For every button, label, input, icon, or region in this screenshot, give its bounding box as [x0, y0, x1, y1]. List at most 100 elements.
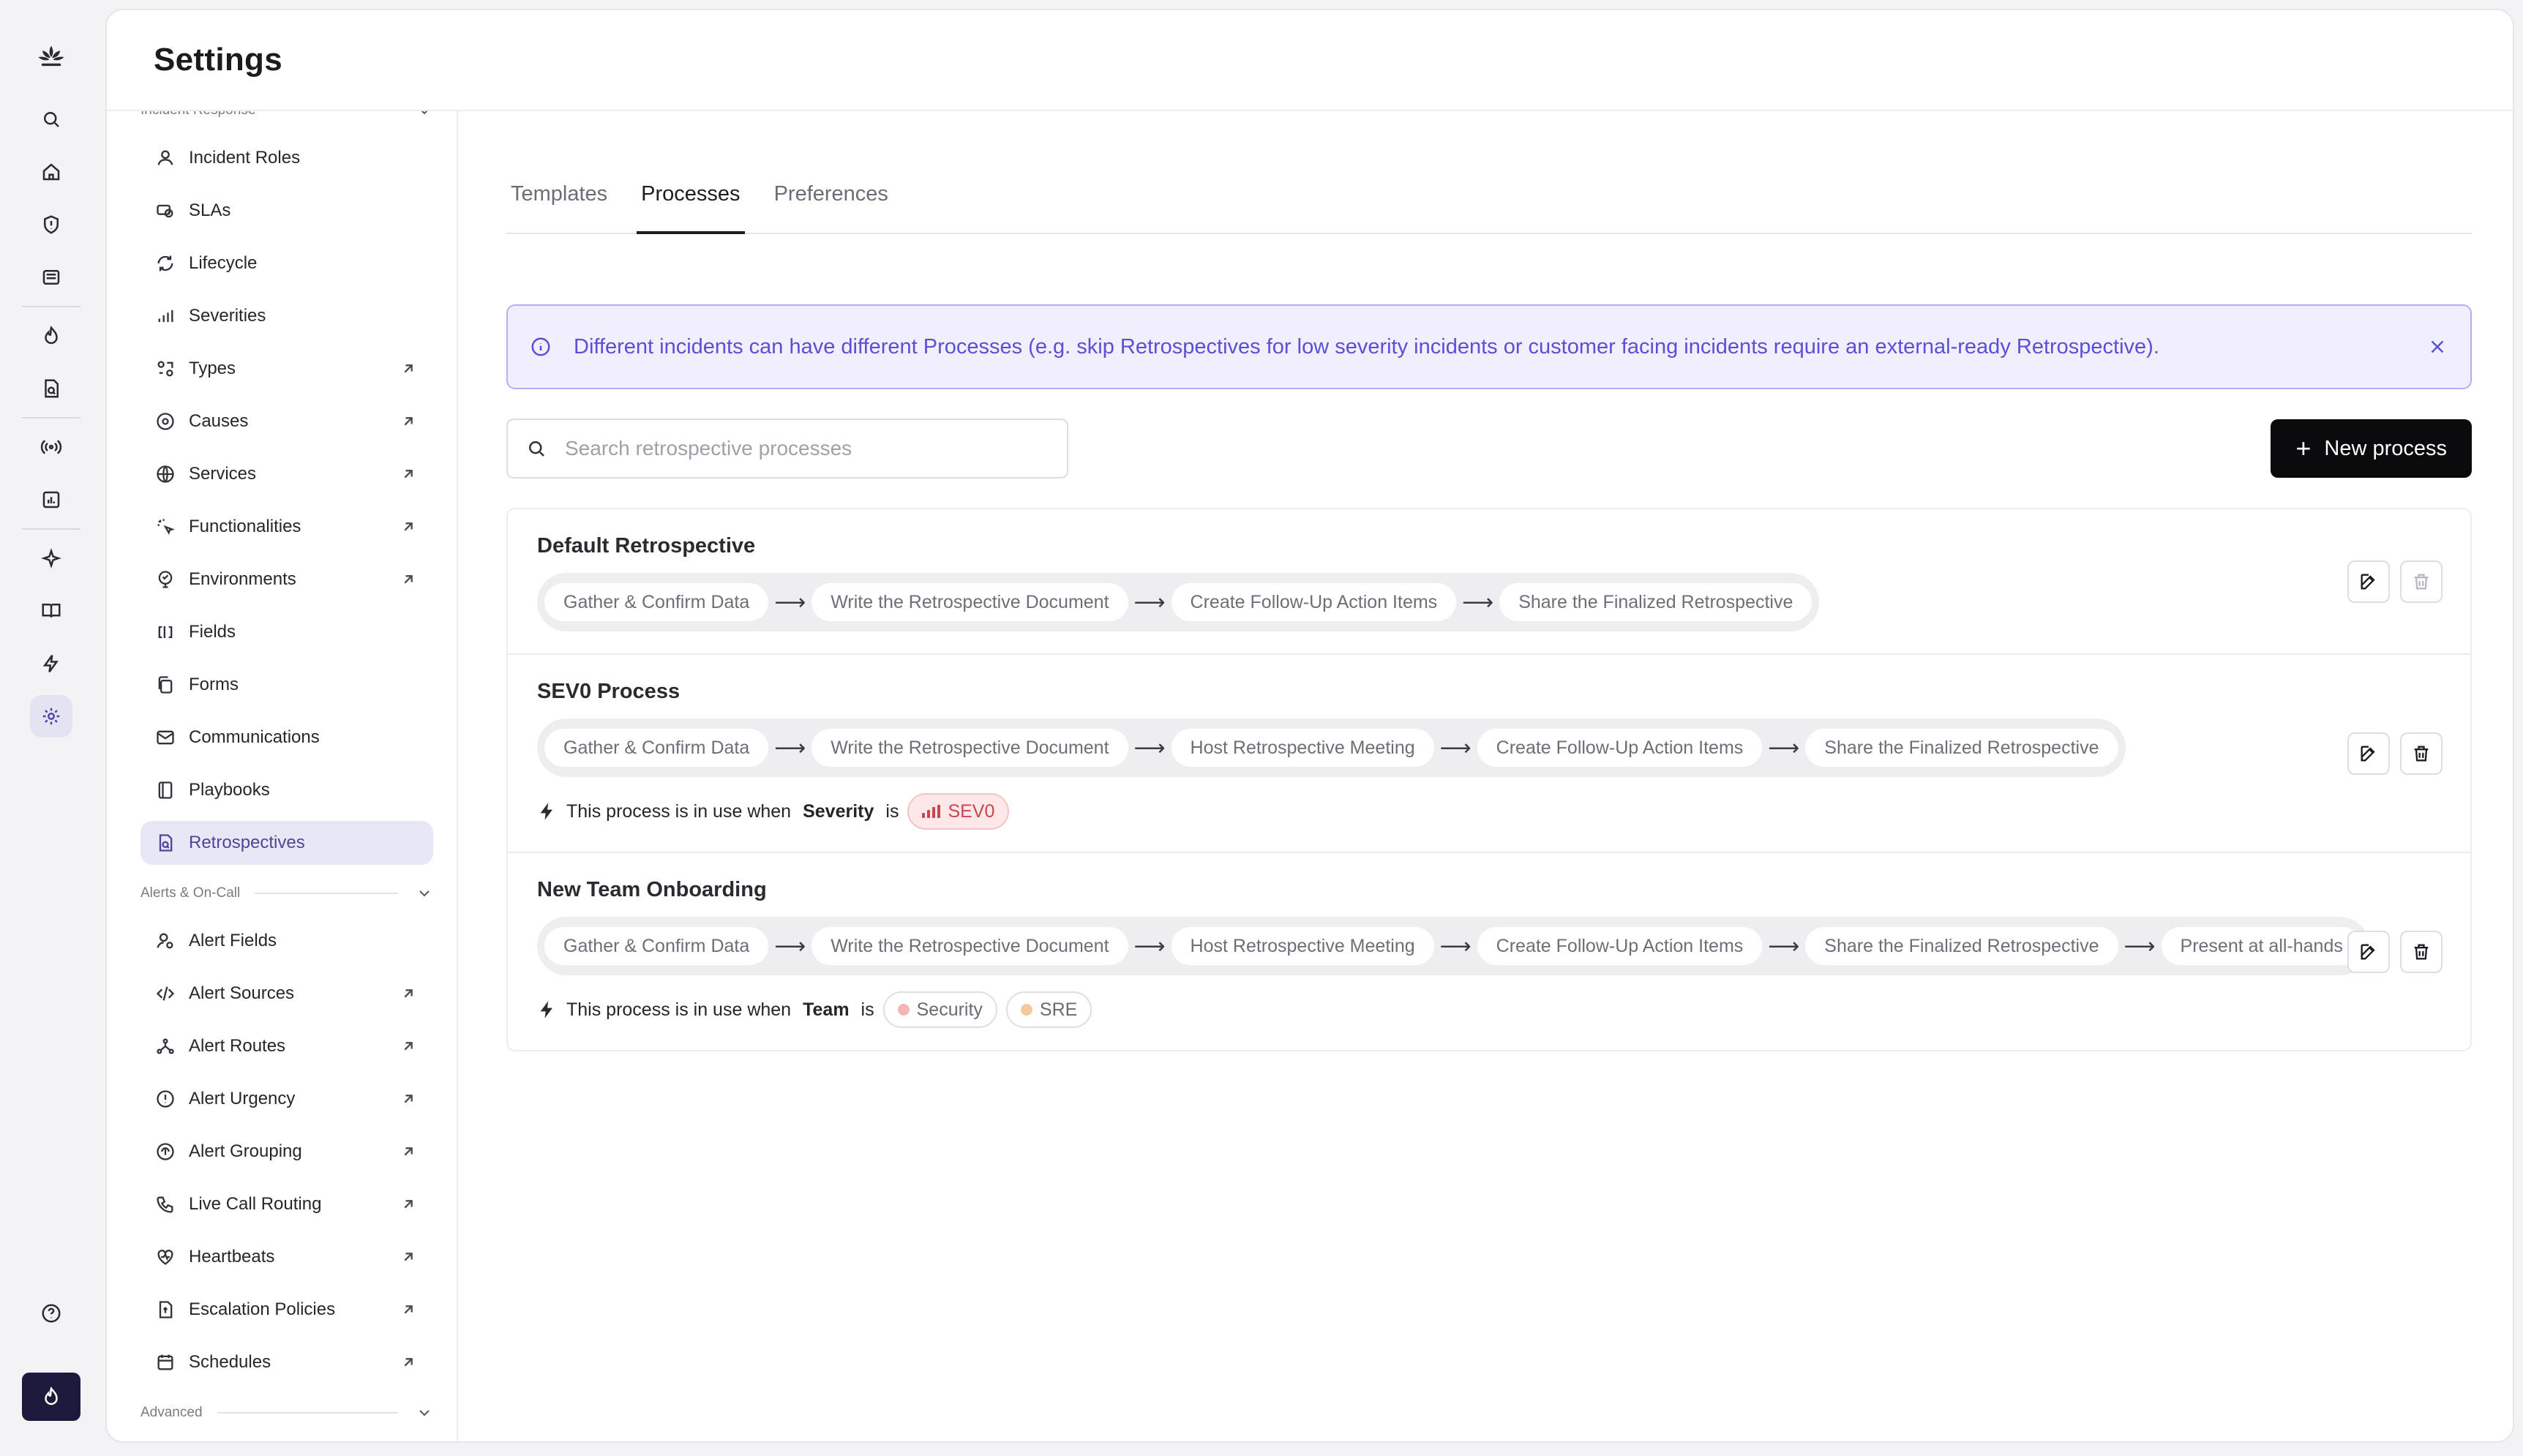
- user-icon: [157, 150, 173, 165]
- group-label: Incident Response: [140, 111, 255, 119]
- banner-text: Different incidents can have different P…: [574, 334, 2159, 359]
- arrow-right-icon: ⟶: [1439, 735, 1472, 760]
- page-title: Settings: [154, 42, 282, 78]
- sidebar-item-alert-fields[interactable]: Alert Fields: [140, 919, 433, 963]
- trash-icon: [2414, 746, 2429, 761]
- arrow-right-icon: ⟶: [1133, 934, 1166, 958]
- process-actions: [2347, 732, 2443, 775]
- process-actions: [2347, 930, 2443, 973]
- arrow-right-icon: ⟶: [774, 735, 806, 760]
- rail-flame-icon[interactable]: [30, 315, 72, 357]
- sla-icon: [157, 204, 173, 218]
- edit-pencil-icon: [2361, 746, 2375, 761]
- rail-analytics-icon[interactable]: [30, 479, 72, 521]
- process-step: Write the Retrospective Document: [811, 729, 1128, 767]
- chevron-down-icon: [419, 890, 430, 897]
- process-step: Present at all-hands: [2161, 927, 2362, 965]
- group-divider: [217, 1412, 398, 1414]
- sidebar-item-retrospectives[interactable]: Retrospectives: [140, 821, 433, 865]
- sidebar-item-incident-roles[interactable]: Incident Roles: [140, 136, 433, 180]
- process-row[interactable]: New Team Onboarding Gather & Confirm Data…: [508, 853, 2470, 1050]
- info-banner: Different incidents can have different P…: [506, 304, 2472, 389]
- edit-button[interactable]: [2347, 930, 2390, 973]
- new-process-button[interactable]: + New process: [2271, 419, 2472, 478]
- process-step: Gather & Confirm Data: [544, 729, 769, 767]
- sidebar-item-communications[interactable]: Communications: [140, 716, 433, 759]
- sidebar-item-fields[interactable]: Fields: [140, 610, 433, 654]
- tab-processes[interactable]: Processes: [637, 182, 745, 234]
- external-link-icon: [404, 1253, 413, 1261]
- edit-button[interactable]: [2347, 732, 2390, 775]
- tab-bar: Templates Processes Preferences: [506, 111, 2472, 234]
- group-label: Advanced: [140, 1405, 203, 1420]
- info-icon: [531, 337, 550, 356]
- sidebar-item-label: Services: [189, 464, 257, 484]
- bolt-icon: [540, 1001, 552, 1018]
- sidebar-item-slas[interactable]: SLAs: [140, 189, 433, 233]
- delete-button[interactable]: [2400, 930, 2443, 973]
- rail-help-icon[interactable]: [30, 1292, 72, 1335]
- lotus-logo-icon[interactable]: [31, 37, 72, 78]
- grouping-icon: [157, 1143, 174, 1160]
- sidebar-item-escalation-policies[interactable]: Escalation Policies: [140, 1288, 433, 1332]
- sidebar-item-playbooks[interactable]: Playbooks: [140, 768, 433, 812]
- route-icon: [157, 1038, 174, 1054]
- group-advanced[interactable]: Advanced: [140, 1393, 433, 1433]
- process-row[interactable]: Default Retrospective Gather & Confirm Da…: [508, 509, 2470, 655]
- rail-shield-icon[interactable]: [30, 203, 72, 246]
- sidebar-item-alert-grouping[interactable]: Alert Grouping: [140, 1130, 433, 1174]
- search-box: [506, 419, 1068, 479]
- rail-search-icon[interactable]: [30, 98, 72, 140]
- sidebar-item-heartbeats[interactable]: Heartbeats: [140, 1235, 433, 1279]
- rail-inbox-icon[interactable]: [30, 256, 72, 299]
- retro-doc-icon: [159, 834, 173, 852]
- sidebar-item-live-call-routing[interactable]: Live Call Routing: [140, 1182, 433, 1226]
- group-incident-response[interactable]: Incident Response: [140, 111, 433, 120]
- sidebar-item-alert-sources[interactable]: Alert Sources: [140, 972, 433, 1016]
- process-step-flow: Gather & Confirm Data ⟶ Write the Retrospe…: [537, 917, 2369, 975]
- sidebar-item-label: Functionalities: [189, 517, 301, 536]
- close-icon[interactable]: [2426, 336, 2448, 358]
- delete-button[interactable]: [2400, 732, 2443, 775]
- search-input[interactable]: [565, 437, 1049, 460]
- rail-incident-flame-button[interactable]: [22, 1373, 80, 1421]
- external-link-icon: [404, 470, 413, 479]
- sidebar-item-severities[interactable]: Severities: [140, 294, 433, 338]
- sidebar-item-services[interactable]: Services: [140, 452, 433, 496]
- external-link-icon: [404, 1305, 413, 1314]
- rail-settings-gear-icon[interactable]: [30, 695, 72, 738]
- edit-button[interactable]: [2347, 560, 2390, 603]
- sidebar-item-causes[interactable]: Causes: [140, 399, 433, 443]
- process-step: Host Retrospective Meeting: [1171, 927, 1434, 965]
- sidebar-item-lifecycle[interactable]: Lifecycle: [140, 241, 433, 285]
- sidebar-item-alert-routes[interactable]: Alert Routes: [140, 1024, 433, 1068]
- rail-home-icon[interactable]: [30, 151, 72, 193]
- sidebar-item-functionalities[interactable]: Functionalities: [140, 505, 433, 549]
- sidebar-item-schedules[interactable]: Schedules: [140, 1340, 433, 1384]
- arrow-right-icon: ⟶: [2123, 934, 2156, 958]
- sidebar-item-alert-urgency[interactable]: Alert Urgency: [140, 1077, 433, 1121]
- delete-button[interactable]: [2400, 560, 2443, 603]
- sidebar-item-label: Heartbeats: [189, 1247, 275, 1267]
- tab-preferences[interactable]: Preferences: [770, 182, 893, 233]
- tab-templates[interactable]: Templates: [506, 182, 612, 233]
- rail-divider: [22, 306, 80, 307]
- external-link-icon: [404, 575, 413, 584]
- rail-bolt-icon[interactable]: [30, 642, 72, 685]
- group-alerts-oncall[interactable]: Alerts & On-Call: [140, 874, 433, 913]
- sidebar-item-forms[interactable]: Forms: [140, 663, 433, 707]
- sidebar-item-label: Alert Fields: [189, 931, 277, 950]
- rail-sparkle-icon[interactable]: [30, 537, 72, 579]
- sidebar-item-environments[interactable]: Environments: [140, 558, 433, 601]
- trash-icon: [2414, 944, 2429, 959]
- process-step: Create Follow-Up Action Items: [1477, 729, 1763, 767]
- sidebar-item-types[interactable]: Types: [140, 347, 433, 391]
- rail-report-icon[interactable]: [30, 367, 72, 410]
- external-link-icon: [404, 1147, 413, 1156]
- rail-broadcast-icon[interactable]: [30, 426, 72, 468]
- process-name: Default Retrospective: [537, 534, 756, 558]
- rail-book-icon[interactable]: [30, 590, 72, 632]
- trash-icon: [2414, 574, 2429, 589]
- sidebar-item-label: Environments: [189, 569, 296, 589]
- process-row[interactable]: SEV0 Process Gather & Confirm Data ⟶ Write …: [508, 655, 2470, 853]
